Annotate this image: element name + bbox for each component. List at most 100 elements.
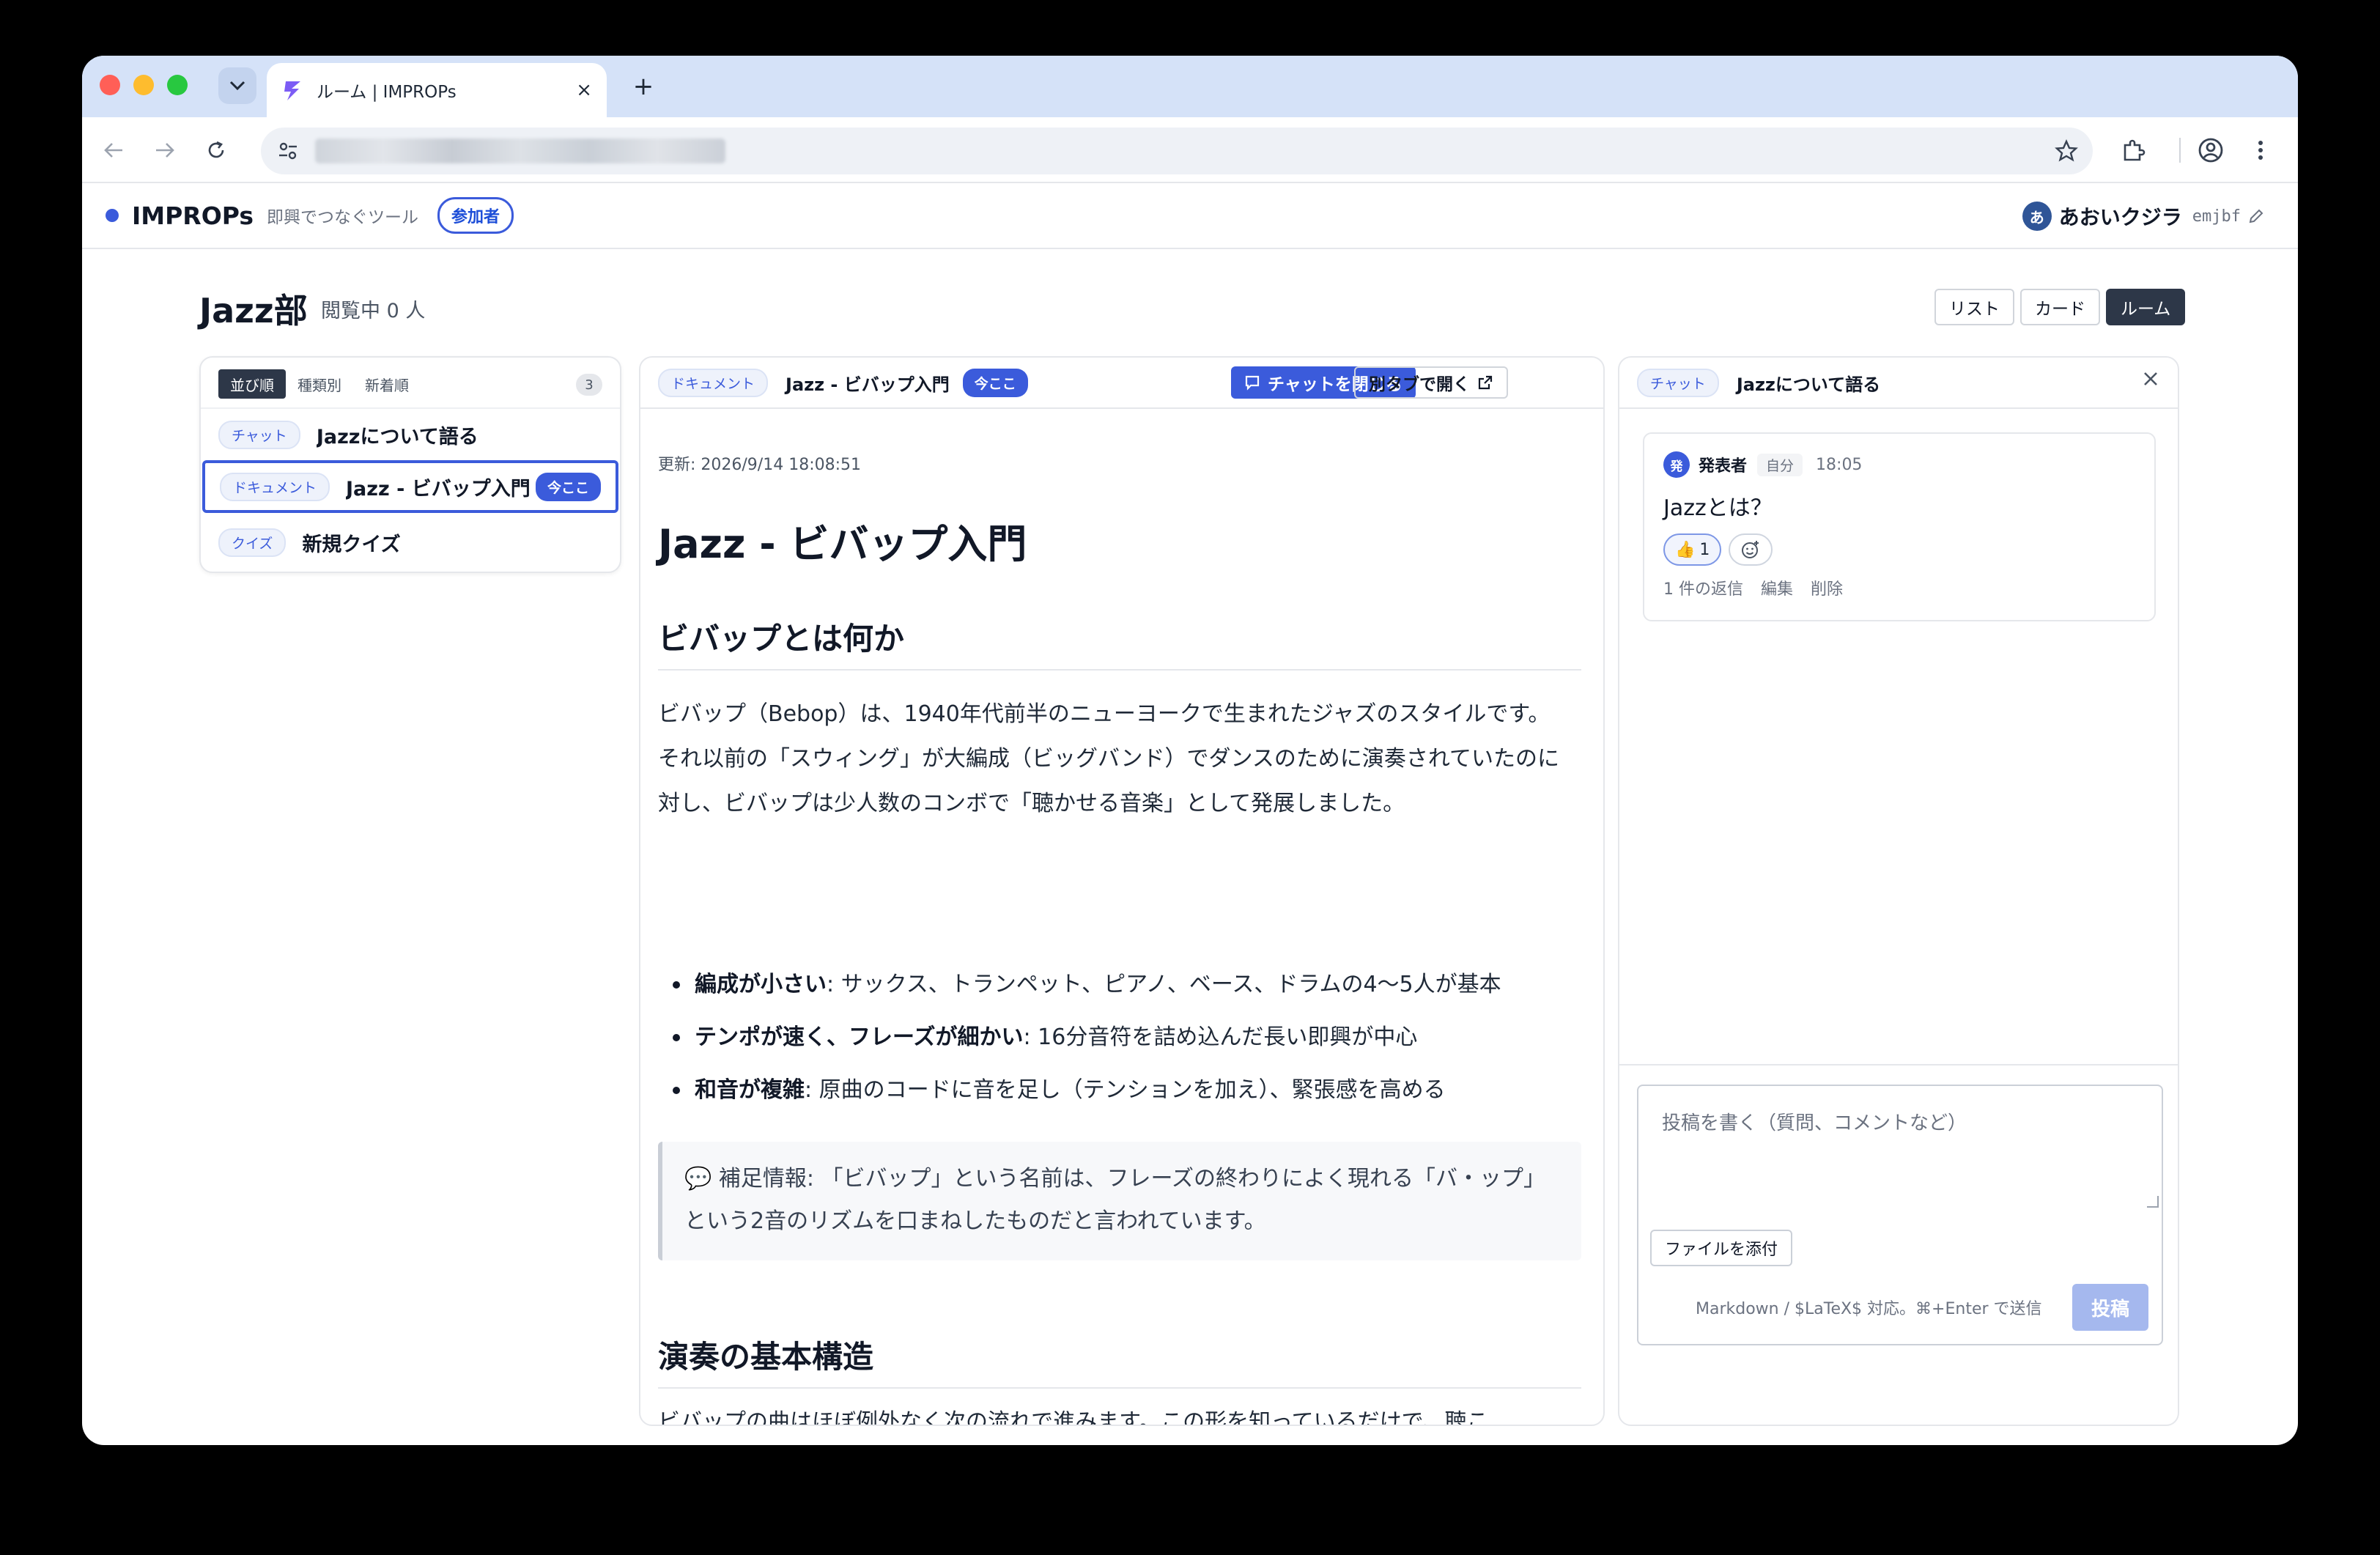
paragraph-2: ビバップの曲はほぼ例外なく次の流れで進みます。この形を知っているだけで、聴こ bbox=[658, 1409, 1489, 1426]
list-item: 編成が小さい: サックス、トランペット、ピアノ、ベース、ドラムの4〜5人が基本 bbox=[658, 959, 1581, 1011]
composer: ファイルを添付 Markdown / $LaTeX$ 対応。⌘+Enter で送… bbox=[1637, 1085, 2163, 1345]
sort-tabs: 並び順 種類別 新着順 bbox=[218, 369, 421, 399]
user-name: あおいクジラ bbox=[2058, 205, 2182, 229]
thumbs-up-reaction[interactable]: 👍 1 bbox=[1663, 533, 1722, 566]
open-new-tab-button[interactable]: 別タブで開く bbox=[1354, 366, 1508, 399]
document-header: ドキュメント Jazz - ビバップ入門 今ここ チャットを閉じる 別タブで開く bbox=[640, 358, 1603, 409]
user-id: emjbf bbox=[2192, 207, 2241, 226]
document-panel: ドキュメント Jazz - ビバップ入門 今ここ チャットを閉じる 別タブで開く… bbox=[639, 356, 1605, 1426]
type-tag: クイズ bbox=[218, 528, 287, 557]
composer-hint: Markdown / $LaTeX$ 対応。⌘+Enter で送信 bbox=[1696, 1300, 2042, 1318]
user-profile[interactable]: あ あおいクジラ emjbf bbox=[2022, 198, 2264, 234]
item-count-badge: 3 bbox=[576, 374, 602, 396]
view-card-button[interactable]: カード bbox=[2020, 289, 2100, 325]
view-room-button[interactable]: ルーム bbox=[2106, 289, 2186, 325]
paragraph-1: ビバップ（Bebop）は、1940年代前半のニューヨークで生まれたジャズのスタイ… bbox=[658, 701, 1559, 816]
address-bar bbox=[82, 117, 2298, 183]
add-emoji-icon bbox=[1742, 541, 1759, 558]
list-item: テンポが速く、フレーズが細かい: 16分音符を詰め込んだ長い即興が中心 bbox=[658, 1011, 1581, 1064]
here-badge: 今ここ bbox=[962, 368, 1028, 397]
view-list-button[interactable]: リスト bbox=[1934, 289, 2014, 325]
post-input[interactable] bbox=[1646, 1093, 2154, 1211]
list-item-title: Jazz - ビバップ入門 bbox=[346, 477, 531, 501]
site-settings-icon[interactable] bbox=[277, 140, 299, 162]
chevron-down-icon bbox=[229, 81, 245, 91]
window-zoom-button[interactable] bbox=[167, 75, 188, 95]
type-tag: ドキュメント bbox=[658, 368, 769, 397]
add-reaction-button[interactable] bbox=[1729, 533, 1773, 566]
list-item-title: 新規クイズ bbox=[302, 533, 401, 556]
list-item: 和音が複雑: 原曲のコードに音を足し（テンションを加え）、緊張感を高める bbox=[658, 1064, 1581, 1117]
more-menu-icon[interactable] bbox=[2244, 133, 2277, 167]
close-icon[interactable] bbox=[2143, 371, 2159, 387]
extensions-puzzle-icon[interactable] bbox=[2116, 133, 2150, 167]
browser-window: ルーム | IMPROPs × + IMPROPs 即興でつなぐツール 参加者 … bbox=[82, 56, 2298, 1445]
edit-pencil-icon[interactable] bbox=[2248, 208, 2264, 224]
updated-timestamp: 更新: 2026/9/14 18:08:51 bbox=[658, 456, 862, 474]
new-tab-button[interactable]: + bbox=[624, 67, 662, 106]
list-item-chat[interactable]: チャット Jazzについて語る bbox=[201, 407, 620, 460]
window-minimize-button[interactable] bbox=[133, 75, 154, 95]
lightning-logo-icon bbox=[284, 81, 300, 100]
content-list-panel: 並び順 種類別 新着順 3 チャット Jazzについて語る ドキュメント Jaz… bbox=[199, 356, 621, 573]
document-heading: Jazz - ビバップ入門 bbox=[658, 521, 1027, 567]
brand-dot-icon bbox=[106, 209, 119, 222]
delete-link[interactable]: 削除 bbox=[1811, 576, 1843, 599]
toolbar-divider bbox=[2179, 138, 2181, 163]
page-title: Jazz部 bbox=[199, 291, 308, 330]
url-omnibox[interactable] bbox=[261, 128, 2093, 174]
list-item-title: Jazzについて語る bbox=[316, 425, 478, 448]
message-time: 18:05 bbox=[1816, 455, 1863, 474]
tab-search-button[interactable] bbox=[218, 67, 256, 104]
avatar: あ bbox=[2022, 202, 2052, 231]
tab-close-icon[interactable]: × bbox=[576, 79, 592, 101]
role-badge: 参加者 bbox=[437, 197, 514, 234]
brand-name[interactable]: IMPROPs bbox=[132, 202, 254, 230]
edit-link[interactable]: 編集 bbox=[1761, 576, 1793, 599]
document-header-title: Jazz - ビバップ入門 bbox=[786, 374, 950, 395]
brand-tagline: 即興でつなぐツール bbox=[267, 208, 419, 227]
type-tag: チャット bbox=[1637, 368, 1719, 397]
bookmark-star-icon[interactable] bbox=[2055, 139, 2078, 163]
sort-tab-newest[interactable]: 新着順 bbox=[353, 369, 421, 399]
tab-strip: ルーム | IMPROPs × + bbox=[82, 56, 2298, 117]
viewer-count: 閲覧中 0 人 bbox=[321, 300, 426, 322]
info-callout: 💬 補足情報: 「ビバップ」という名前は、フレーズの終わりによく現れる「バ・ップ… bbox=[658, 1142, 1581, 1260]
type-tag: ドキュメント bbox=[220, 472, 330, 501]
replies-link[interactable]: 1 件の返信 bbox=[1663, 576, 1743, 599]
chat-message: 発 発表者 自分 18:05 Jazzとは？ 👍 1 1 件の返信 編集 削除 bbox=[1643, 432, 2156, 621]
message-actions: 1 件の返信 編集 削除 bbox=[1663, 576, 2135, 599]
reload-icon[interactable] bbox=[201, 135, 232, 166]
section-heading-1: ビバップとは何か bbox=[658, 614, 1581, 671]
chat-title: Jazzについて語る bbox=[1736, 374, 1881, 395]
forward-arrow-icon[interactable] bbox=[149, 135, 180, 166]
attach-file-button[interactable]: ファイルを添付 bbox=[1650, 1230, 1793, 1266]
message-author: 発表者 bbox=[1699, 457, 1748, 476]
back-arrow-icon[interactable] bbox=[98, 135, 129, 166]
post-button[interactable]: 投稿 bbox=[2072, 1284, 2148, 1331]
resize-grip-icon[interactable] bbox=[2147, 1196, 2159, 1208]
reaction-count: 1 bbox=[1699, 540, 1710, 559]
chat-panel: チャット Jazzについて語る 発 発表者 自分 18:05 Jazzとは？ 👍… bbox=[1618, 356, 2179, 1426]
profile-icon[interactable] bbox=[2194, 133, 2228, 167]
window-close-button[interactable] bbox=[100, 75, 120, 95]
reaction-bar: 👍 1 bbox=[1663, 533, 2135, 566]
blurred-url bbox=[315, 138, 725, 163]
sort-tab-order[interactable]: 並び順 bbox=[218, 369, 286, 399]
browser-tab-active[interactable]: ルーム | IMPROPs × bbox=[267, 63, 607, 117]
app-header: IMPROPs 即興でつなぐツール 参加者 あ あおいクジラ emjbf bbox=[82, 183, 2298, 249]
here-badge: 今ここ bbox=[535, 472, 601, 501]
chat-bubble-icon bbox=[1245, 375, 1260, 391]
feature-list: 編成が小さい: サックス、トランペット、ピアノ、ベース、ドラムの4〜5人が基本 … bbox=[658, 959, 1581, 1117]
thumbs-up-icon: 👍 bbox=[1675, 540, 1696, 559]
tab-title: ルーム | IMPROPs bbox=[317, 83, 457, 102]
open-new-tab-label: 別タブで開く bbox=[1369, 375, 1470, 394]
sort-tab-type[interactable]: 種類別 bbox=[286, 369, 353, 399]
self-badge: 自分 bbox=[1757, 453, 1803, 476]
composer-area: ファイルを添付 Markdown / $LaTeX$ 対応。⌘+Enter で送… bbox=[1619, 1064, 2178, 1425]
list-item-quiz[interactable]: クイズ 新規クイズ bbox=[201, 516, 620, 569]
type-tag: チャット bbox=[218, 420, 300, 449]
message-body: Jazzとは？ bbox=[1663, 495, 1773, 521]
list-item-document[interactable]: ドキュメント Jazz - ビバップ入門 今ここ bbox=[202, 460, 618, 513]
view-mode-switch: リスト カード ルーム bbox=[1934, 289, 2186, 325]
